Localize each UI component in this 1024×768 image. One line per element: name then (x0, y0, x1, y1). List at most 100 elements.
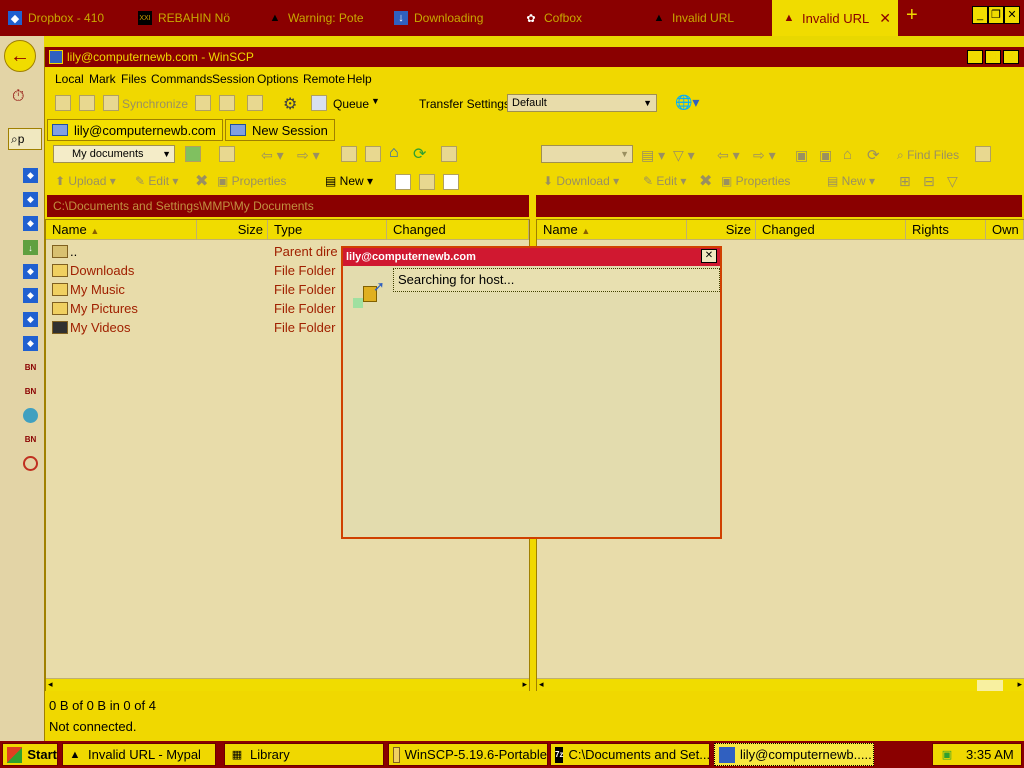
local-col-name[interactable]: Name ▲ (46, 220, 197, 240)
winscp-minimize-button[interactable]: _ (967, 50, 983, 64)
taskbar-item[interactable]: ▲ Invalid URL - Mypal (62, 743, 216, 766)
find-files-button[interactable]: ⌕ Find Files (897, 148, 959, 163)
network-icon[interactable]: ▣ (939, 747, 955, 763)
remote-path-bar[interactable] (536, 195, 1022, 217)
file-row[interactable]: .. Parent dire (46, 242, 346, 261)
new-button[interactable]: ▤ New ▾ (325, 174, 373, 188)
maximize-button[interactable]: ❐ (988, 6, 1004, 24)
bn-icon[interactable]: BN (23, 384, 38, 399)
sync-browse-icon[interactable] (79, 95, 95, 111)
forward-arrow-icon[interactable]: ⇨ ▾ (753, 147, 776, 164)
transfer-settings-select[interactable]: Default ▼ (507, 94, 657, 112)
edit-button[interactable]: ✎ Edit ▾ (135, 174, 178, 188)
bn-icon[interactable]: BN (23, 432, 38, 447)
taskbar-item[interactable]: ▦ Library (224, 743, 384, 766)
history-icon[interactable]: ⏱ (12, 88, 24, 106)
filter-icon[interactable] (219, 146, 235, 162)
close-button[interactable]: ✕ (1004, 6, 1020, 24)
file-row[interactable]: Downloads File Folder (46, 261, 346, 280)
browser-tab[interactable]: XXI REBAHIN Nö (138, 4, 258, 32)
forward-arrow-icon[interactable]: ⇨ ▾ (297, 147, 320, 164)
properties-button[interactable]: ▣ Properties (217, 174, 286, 188)
start-button[interactable]: Start (2, 743, 58, 766)
winscp-maximize-button[interactable]: □ (985, 50, 1001, 64)
synchronize-button[interactable]: Synchronize (122, 97, 188, 111)
menu-options[interactable]: Options (257, 72, 298, 86)
remote-edit-button[interactable]: ✎ Edit ▾ (643, 174, 686, 188)
remote-col-changed[interactable]: Changed (756, 220, 906, 240)
remote-col-owner[interactable]: Own (986, 220, 1024, 240)
delete-icon[interactable]: ✖ (699, 171, 712, 191)
putty-icon[interactable] (219, 95, 235, 111)
browser-tab[interactable]: ◆ Dropbox - 410 (8, 4, 128, 32)
tree-icon[interactable] (441, 146, 457, 162)
web-icon[interactable] (23, 456, 38, 471)
dropbox-icon[interactable]: ◆ (23, 312, 38, 327)
winscp-close-button[interactable]: ✕ (1003, 50, 1019, 64)
select-all-icon[interactable] (395, 174, 411, 190)
sidebar-search-input[interactable]: ⌕p (8, 128, 42, 150)
menu-mark[interactable]: Mark (89, 72, 116, 86)
console-icon[interactable] (195, 95, 211, 111)
compare-icon[interactable] (55, 95, 71, 111)
browser-tab-active[interactable]: ▲ Invalid URL ✕ (772, 0, 898, 36)
globe-icon[interactable]: 🌐▾ (675, 94, 705, 112)
local-col-type[interactable]: Type (268, 220, 387, 240)
menu-help[interactable]: Help (347, 72, 372, 86)
unselect-icon[interactable]: ⊟ (923, 173, 935, 190)
remote-horizontal-scrollbar[interactable]: ◂ ▸ (537, 678, 1024, 692)
new-tab-button[interactable]: + (906, 4, 918, 27)
browser-tab[interactable]: ✿ Cofbox (524, 4, 644, 32)
local-location-select[interactable]: My documents ▼ (53, 145, 175, 163)
session-tab-active[interactable]: lily@computernewb.com (47, 119, 223, 141)
dropbox-icon[interactable]: ◆ (23, 288, 38, 303)
remote-properties-button[interactable]: ▣ Properties (721, 174, 790, 188)
unselect-icon[interactable] (419, 174, 435, 190)
home-icon[interactable]: ⌂ (389, 144, 399, 162)
root-directory-icon[interactable] (365, 146, 381, 162)
preferences-gear-icon[interactable]: ⚙ (283, 94, 297, 114)
scroll-left-icon[interactable]: ◂ (48, 679, 53, 690)
remote-col-rights[interactable]: Rights (906, 220, 986, 240)
menu-local[interactable]: Local (55, 72, 84, 86)
download-button[interactable]: ⬇ Download ▾ (543, 174, 619, 188)
scroll-right-icon[interactable]: ▸ (1017, 679, 1022, 690)
local-col-changed[interactable]: Changed (387, 220, 529, 240)
tree-icon[interactable] (975, 146, 991, 162)
transfer-icon[interactable] (247, 95, 263, 111)
dropbox-icon[interactable]: ◆ (23, 336, 38, 351)
scroll-left-icon[interactable]: ◂ (539, 679, 544, 690)
file-row[interactable]: My Music File Folder (46, 280, 346, 299)
local-path-bar[interactable]: C:\Documents and Settings\MMP\My Documen… (47, 195, 529, 217)
filter-select-icon[interactable] (443, 174, 459, 190)
menu-commands[interactable]: Commands (151, 72, 212, 86)
queue-button[interactable]: Queue (333, 97, 369, 111)
remote-col-size[interactable]: Size (687, 220, 756, 240)
dialog-close-button[interactable]: ✕ (701, 249, 717, 263)
queue-icon[interactable] (311, 95, 327, 111)
browser-tab[interactable]: ▲ Warning: Pote (268, 4, 388, 32)
remote-col-name[interactable]: Name ▲ (537, 220, 687, 240)
dropbox-icon[interactable]: ◆ (23, 168, 38, 183)
filter-select-icon[interactable]: ▽ (947, 173, 958, 190)
home-icon[interactable]: ⌂ (843, 146, 852, 163)
menu-session[interactable]: Session (212, 72, 255, 86)
new-session-tab[interactable]: New Session (225, 119, 335, 141)
parent-directory-icon[interactable] (341, 146, 357, 162)
dropbox-icon[interactable]: ◆ (23, 192, 38, 207)
root-directory-icon[interactable]: ▣ (819, 147, 832, 164)
refresh-icon[interactable]: ⟳ (867, 146, 880, 164)
filter-icon[interactable]: ▽ ▾ (673, 147, 695, 164)
back-arrow-icon[interactable]: ⇦ ▾ (261, 147, 284, 164)
synchronize-icon[interactable] (103, 95, 119, 111)
back-button[interactable]: ← (4, 40, 36, 72)
scroll-thumb[interactable] (977, 680, 1003, 691)
select-all-icon[interactable]: ⊞ (899, 173, 911, 190)
delete-icon[interactable]: ✖ (195, 171, 208, 191)
upload-button[interactable]: ⬆ Upload ▾ (55, 174, 116, 188)
dropbox-icon[interactable]: ◆ (23, 216, 38, 231)
back-arrow-icon[interactable]: ⇦ ▾ (717, 147, 740, 164)
file-row[interactable]: My Pictures File Folder (46, 299, 346, 318)
browser-tab[interactable]: ▲ Invalid URL (652, 4, 770, 32)
taskbar-item[interactable]: WinSCP-5.19.6-Portable (388, 743, 548, 766)
